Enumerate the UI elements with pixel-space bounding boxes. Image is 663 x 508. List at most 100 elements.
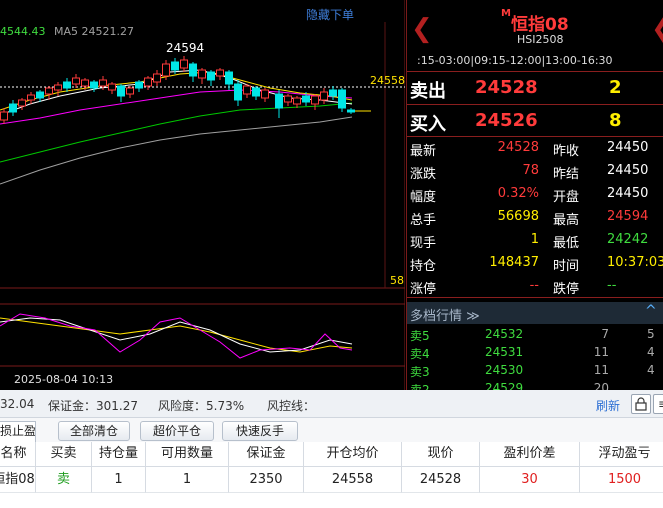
chevron-up-icon[interactable]: ^	[645, 303, 657, 319]
positions-table: 名称买卖持仓量可用数量保证金开仓均价现价盈利价差浮动盈亏恒指08卖1123502…	[0, 442, 663, 508]
tab-stop-loss-profit[interactable]: 损止盈	[0, 421, 36, 442]
depth-price: 24531	[485, 345, 524, 359]
main-contract-badge: M	[501, 8, 511, 19]
quick-reverse-button[interactable]: 快速反手	[222, 421, 298, 441]
trading-session: :15-03:00|09:15-12:00|13:00-16:30	[417, 54, 613, 67]
hide-orders-link[interactable]: 隐藏下单	[306, 6, 354, 23]
close-over-price-button[interactable]: 超价平仓	[140, 421, 214, 441]
stat-label: 最新	[410, 144, 437, 159]
table-cell[interactable]: 2350	[229, 467, 304, 493]
candle-body	[338, 89, 346, 109]
column-header[interactable]: 盈利价差	[480, 442, 580, 467]
account-risk-line: 风控线：	[267, 399, 316, 413]
candle-body	[284, 95, 292, 103]
candle-body	[311, 95, 319, 105]
bid-row[interactable]: 买入 24526 8	[407, 106, 663, 136]
candle-body	[144, 77, 152, 87]
volume-scale-label: 58	[390, 274, 404, 287]
stat-value: 148437	[489, 255, 539, 270]
trading-window: 4544.43 MA5 24521.27 隐藏下单 24594 24558 58…	[0, 0, 663, 508]
candle-body	[261, 89, 269, 99]
stat-label: 昨收	[553, 144, 580, 159]
depth-vol: 11	[593, 345, 609, 359]
stat-value: 24528	[497, 140, 539, 155]
candle-body	[108, 83, 116, 91]
candle-body	[54, 84, 62, 91]
depth-row[interactable]: 卖4 24531 11 4	[407, 344, 663, 362]
candle-body	[99, 79, 107, 87]
bid-price: 24526	[475, 110, 538, 131]
stat-value: 24242	[607, 232, 649, 247]
depth-vol: 7	[601, 327, 609, 341]
ask-price: 24528	[475, 77, 538, 98]
candle-body	[180, 59, 188, 69]
column-header[interactable]: 持仓量	[92, 442, 146, 467]
account-available: 32.04	[0, 397, 35, 411]
open-price-axis-label: 24558	[370, 74, 405, 87]
table-cell[interactable]: 1	[92, 467, 146, 493]
action-bar: 损止盈 全部清仓 超价平仓 快速反手	[0, 418, 663, 442]
candle-body	[293, 97, 301, 105]
depth-row[interactable]: 卖5 24532 7 5	[407, 326, 663, 344]
table-cell[interactable]: 1500	[580, 467, 663, 493]
candle-body	[81, 79, 89, 87]
stat-label: 昨结	[553, 167, 580, 182]
depth-row[interactable]: 卖2 24529 20	[407, 380, 663, 390]
column-header[interactable]: 开仓均价	[304, 442, 402, 467]
depth-vol: 20	[593, 381, 609, 390]
refresh-link[interactable]: 刷新	[596, 397, 620, 414]
depth-header[interactable]: 多档行情 ≫ ^	[407, 302, 663, 324]
ma-line-green	[0, 102, 353, 163]
candle-body	[252, 87, 260, 97]
depth-label: 卖5	[410, 329, 430, 343]
stat-value: 10:37:03	[607, 255, 663, 270]
candle-body	[207, 71, 215, 81]
chevron-right-icon[interactable]: ❮	[651, 16, 663, 42]
menu-icon[interactable]: ≡	[653, 394, 663, 414]
bid-label: 买入	[410, 114, 446, 135]
lock-icon[interactable]	[631, 394, 651, 414]
kline-chart[interactable]	[0, 0, 405, 390]
table-cell[interactable]: 24558	[304, 467, 402, 493]
clear-all-button[interactable]: 全部清仓	[58, 421, 130, 441]
ask-label: 卖出	[410, 81, 446, 102]
candle-body	[243, 85, 251, 95]
divider	[407, 297, 663, 298]
candle-body	[198, 69, 206, 79]
candle-body	[90, 81, 98, 89]
account-bar: 32.04 保证金：301.27 风险度：5.73% 风控线： 刷新 ≡	[0, 390, 663, 418]
stat-value: --	[607, 278, 617, 293]
table-cell[interactable]: 1	[146, 467, 229, 493]
symbol-name: 恒指08	[511, 15, 569, 35]
table-cell[interactable]: 卖	[36, 467, 92, 493]
candle-body	[234, 83, 242, 101]
ma-line-gray	[0, 116, 353, 185]
stat-value: 56698	[497, 209, 539, 224]
stat-value: 24450	[607, 140, 649, 155]
column-header[interactable]: 名称	[0, 442, 36, 467]
candle-body	[189, 63, 197, 77]
stat-value: --	[529, 278, 539, 293]
table-cell[interactable]: 恒指08	[0, 467, 36, 493]
depth-title: 多档行情 ≫	[410, 309, 480, 324]
stat-label: 开盘	[553, 190, 580, 205]
candle-body	[275, 93, 283, 109]
ask-row[interactable]: 卖出 24528 2	[407, 73, 663, 103]
column-header[interactable]: 浮动盈亏	[580, 442, 663, 467]
table-cell[interactable]: 24528	[402, 467, 480, 493]
candle-body	[135, 81, 143, 89]
kline-chart-panel[interactable]: 4544.43 MA5 24521.27 隐藏下单 24594 24558 58…	[0, 0, 405, 390]
column-header[interactable]: 可用数量	[146, 442, 229, 467]
high-price-label: 24594	[166, 41, 205, 55]
depth-extra: 4	[647, 363, 655, 377]
chevron-left-icon[interactable]: ❮	[411, 16, 433, 42]
trade-panel: 32.04 保证金：301.27 风险度：5.73% 风控线： 刷新 ≡ 损止盈…	[0, 390, 663, 508]
column-header[interactable]: 保证金	[229, 442, 304, 467]
stat-label: 跌停	[553, 282, 580, 297]
column-header[interactable]: 买卖	[36, 442, 92, 467]
quote-panel: ❮ ❮ M 恒指08 HSI2508 :15-03:00|09:15-12:00…	[406, 0, 663, 390]
ask-volume: 2	[609, 77, 622, 98]
depth-row[interactable]: 卖3 24530 11 4	[407, 362, 663, 380]
column-header[interactable]: 现价	[402, 442, 480, 467]
table-cell[interactable]: 30	[480, 467, 580, 493]
